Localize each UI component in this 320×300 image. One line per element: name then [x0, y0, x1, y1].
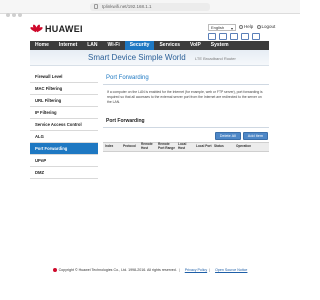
status-icons	[208, 33, 260, 40]
page-title: Port Forwarding	[106, 75, 149, 81]
divider	[103, 127, 269, 128]
tab-home[interactable]: Home	[30, 41, 54, 50]
brand-name: HUAWEI	[45, 24, 83, 34]
table-actions: Delete All Add Item	[103, 132, 269, 140]
column-header-local-host: Local Host	[178, 142, 187, 150]
open-source-notice-link[interactable]: Open Source Notice	[215, 268, 247, 272]
top-links: Help Logout	[239, 24, 277, 29]
column-header-remote-host: Remote Host	[141, 142, 153, 150]
sidebar-item-dmz[interactable]: DMZ	[30, 167, 98, 179]
sidebar-item-service-access-control[interactable]: Service Access Control	[30, 119, 98, 131]
huawei-petal-icon	[29, 23, 43, 35]
column-header-remote-port-range: Remote Port Range	[158, 142, 176, 150]
tab-services[interactable]: Services	[154, 41, 185, 50]
page-description: If a computer on the LAN is enabled for …	[107, 90, 263, 104]
banner-subtitle: LTE Broadband Router	[195, 56, 236, 61]
browser-toolbar: tplinkwifi.net/192.168.1.1	[0, 0, 300, 17]
sidebar-item-port-forwarding[interactable]: Port Forwarding	[30, 143, 98, 155]
huawei-logo: HUAWEI	[29, 22, 83, 36]
column-header-operation: Operation	[236, 144, 252, 149]
sidebar-item-ip-filtering[interactable]: IP Filtering	[30, 107, 98, 119]
banner-slogan: Smart Device Simple World	[88, 53, 186, 62]
language-select-value: English	[211, 25, 225, 30]
help-link[interactable]: Help	[244, 24, 253, 29]
sidebar-item-alg[interactable]: ALG	[30, 131, 98, 143]
column-header-local-port: Local Port	[196, 144, 212, 149]
address-bar[interactable]: tplinkwifi.net/192.168.1.1	[90, 3, 210, 11]
tab-voip[interactable]: VoIP	[185, 41, 206, 50]
signal-icon	[230, 33, 238, 40]
banner: Smart Device Simple World LTE Broadband …	[30, 50, 269, 66]
privacy-policy-link[interactable]: Privacy Policy	[185, 268, 207, 272]
network-icon	[241, 33, 249, 40]
address-bar-url: tplinkwifi.net/192.168.1.1	[102, 4, 152, 9]
maximize-window-icon[interactable]	[18, 13, 22, 17]
lock-icon	[94, 4, 98, 9]
separator: |	[209, 268, 211, 272]
chevron-down-icon: ▾	[230, 26, 233, 31]
close-window-icon[interactable]	[6, 13, 10, 17]
table-header: Index Protocol Remote Host Remote Port R…	[103, 142, 269, 152]
main-nav: Home Internet LAN Wi-Fi Security Service…	[30, 41, 269, 50]
sidebar-item-upnp[interactable]: UPnP	[30, 155, 98, 167]
column-header-protocol: Protocol	[123, 144, 136, 149]
footer: Copyright © Huawei Technologies Co., Ltd…	[0, 266, 300, 274]
main-content: Port Forwarding If a computer on the LAN…	[103, 71, 269, 152]
delete-all-button[interactable]: Delete All	[214, 132, 241, 140]
sidebar: Firewall Level MAC Filtering URL Filteri…	[30, 71, 98, 179]
divider	[103, 84, 269, 85]
tab-lan[interactable]: LAN	[82, 41, 102, 50]
tab-system[interactable]: System	[206, 41, 234, 50]
sms-icon[interactable]	[208, 33, 216, 40]
section-title: Port Forwarding	[106, 118, 145, 124]
add-item-button[interactable]: Add Item	[242, 132, 268, 140]
tab-security[interactable]: Security	[124, 41, 155, 50]
sidebar-item-mac-filtering[interactable]: MAC Filtering	[30, 83, 98, 95]
copyright-text: Copyright © Huawei Technologies Co., Ltd…	[58, 268, 177, 272]
wifi-status-icon	[219, 33, 227, 40]
minimize-window-icon[interactable]	[12, 13, 16, 17]
window-controls[interactable]	[6, 4, 24, 22]
huawei-small-logo-icon	[52, 268, 57, 273]
tab-wifi[interactable]: Wi-Fi	[103, 41, 125, 50]
logout-icon	[256, 24, 261, 29]
tab-internet[interactable]: Internet	[54, 41, 82, 50]
language-select[interactable]: English ▾	[208, 24, 236, 31]
connection-icon	[252, 33, 260, 40]
column-header-index: Index	[105, 144, 114, 149]
sidebar-item-firewall-level[interactable]: Firewall Level	[30, 71, 98, 83]
help-icon	[239, 24, 243, 29]
logout-link[interactable]: Logout	[262, 24, 276, 29]
column-header-status: Status	[214, 144, 224, 149]
separator: |	[178, 268, 180, 272]
sidebar-item-url-filtering[interactable]: URL Filtering	[30, 95, 98, 107]
